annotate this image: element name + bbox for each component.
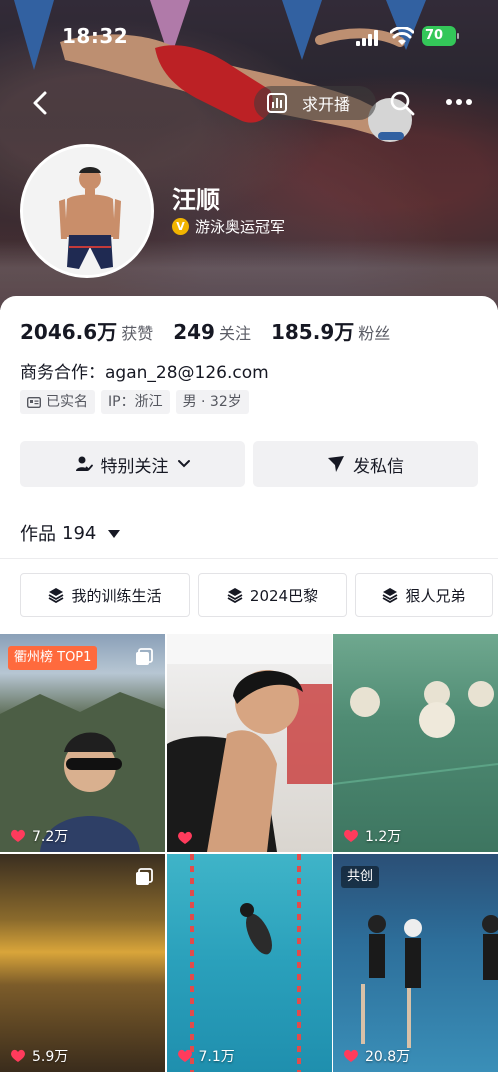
video-thumbnail[interactable]: 共创 20.8万 <box>333 854 498 1072</box>
wifi-icon <box>390 27 414 45</box>
tag-verified: 已实名 <box>20 390 95 414</box>
chevron-down-icon <box>177 460 190 468</box>
business-contact: 商务合作：agan_28@126.com <box>20 363 269 383</box>
like-count: 7.2万 <box>10 826 68 846</box>
stat-label: 粉丝 <box>358 324 391 343</box>
profile-panel: 2046.6万 获赞 249 关注 185.9万 粉丝 商务合作：agan_28… <box>0 296 498 1080</box>
like-count: 7.1万 <box>177 1046 235 1066</box>
like-count-text: 1.2万 <box>365 829 402 845</box>
works-count: 194 <box>62 522 97 544</box>
stat-value: 2046.6万 <box>20 320 118 344</box>
stat-value: 185.9万 <box>270 320 355 344</box>
heart-icon <box>177 1049 192 1062</box>
battery-level: 70 <box>425 28 444 43</box>
collection-chip[interactable]: 我的训练生活 <box>20 573 190 617</box>
caret-down-icon <box>108 530 121 538</box>
like-count: 1.2万 <box>343 826 401 846</box>
back-arrow-icon[interactable] <box>26 88 56 118</box>
send-message-label: 发私信 <box>353 456 404 477</box>
avatar[interactable] <box>20 144 154 278</box>
layers-icon <box>227 588 243 603</box>
battery-icon: 70 <box>422 26 459 46</box>
chart-icon <box>267 93 287 113</box>
collection-label: 我的训练生活 <box>71 586 162 605</box>
video-thumbnail[interactable]: 1.2万 <box>333 634 498 852</box>
like-count: 5.9万 <box>10 1046 68 1066</box>
stat-label: 关注 <box>218 324 251 343</box>
thumbnail-image <box>166 634 332 852</box>
stat-following[interactable]: 249 关注 <box>173 320 251 344</box>
video-thumbnail[interactable]: 7.1万 <box>166 854 332 1072</box>
send-message-button[interactable]: 发私信 <box>253 441 478 487</box>
like-count-text: 20.8万 <box>365 1049 411 1065</box>
tag-gender-age: 男 · 32岁 <box>175 390 249 414</box>
works-tab[interactable]: 作品 194 <box>20 520 121 546</box>
collections-row: 我的训练生活 2024巴黎 狠人兄弟 <box>20 573 493 617</box>
special-follow-label: 特别关注 <box>100 456 169 477</box>
avatar-image <box>23 147 151 275</box>
video-grid: 衢州榜 TOP1 7.2万 1.2万 5.9万 7.1万 共创 20.8万 <box>0 634 498 1072</box>
co-create-badge: 共创 <box>341 866 380 888</box>
like-count-text: 7.1万 <box>198 1049 235 1065</box>
like-count-text: 5.9万 <box>32 1049 69 1065</box>
tag-label: 男 · 32岁 <box>182 394 242 410</box>
like-count: 20.8万 <box>343 1046 410 1066</box>
thumbnail-image <box>189 854 301 1072</box>
action-row: 特别关注 发私信 <box>20 441 478 487</box>
video-thumbnail[interactable]: 5.9万 <box>0 854 165 1072</box>
multi-image-icon <box>136 868 153 885</box>
thumbnail-image <box>333 681 498 785</box>
collection-label: 狠人兄弟 <box>405 586 466 605</box>
stat-followers[interactable]: 185.9万 粉丝 <box>271 316 390 345</box>
id-card-icon <box>27 396 41 408</box>
heart-icon <box>344 1049 358 1062</box>
stats-row: 2046.6万 获赞 249 关注 185.9万 粉丝 <box>20 316 390 345</box>
stat-value: 249 <box>173 320 215 344</box>
divider <box>0 558 498 559</box>
profile-name: 汪顺 <box>172 186 220 214</box>
tag-label: 已实名 <box>46 394 88 410</box>
verified-badge-icon: V <box>172 218 189 235</box>
heart-icon <box>344 829 358 842</box>
verification-line: V 游泳奥运冠军 <box>172 216 285 237</box>
heart-icon <box>177 831 192 844</box>
stat-label: 获赞 <box>121 324 154 343</box>
request-live-label: 求开播 <box>302 95 351 114</box>
profile-tags: 已实名 IP：浙江 男 · 32岁 <box>20 390 249 414</box>
send-icon <box>328 456 344 472</box>
tag-label: IP：浙江 <box>108 394 163 410</box>
video-thumbnail[interactable] <box>166 634 332 852</box>
stat-likes[interactable]: 2046.6万 获赞 <box>20 316 153 345</box>
tag-ip: IP：浙江 <box>101 390 170 414</box>
like-count <box>177 830 199 846</box>
layers-icon <box>49 588 64 603</box>
collection-chip[interactable]: 2024巴黎 <box>198 573 347 617</box>
search-icon[interactable] <box>388 88 416 118</box>
works-label: 作品 <box>20 524 56 545</box>
video-thumbnail[interactable]: 衢州榜 TOP1 7.2万 <box>0 634 165 852</box>
more-icon[interactable] <box>444 92 474 112</box>
layers-icon <box>383 588 398 603</box>
heart-icon <box>11 829 25 842</box>
collection-chip[interactable]: 狠人兄弟 <box>355 573 493 617</box>
collection-label: 2024巴黎 <box>249 586 319 605</box>
clock: 18:32 <box>62 24 129 48</box>
special-follow-button[interactable]: 特别关注 <box>20 441 245 487</box>
multi-image-icon <box>136 648 153 665</box>
heart-icon <box>11 1049 25 1062</box>
verification-text: 游泳奥运冠军 <box>195 218 286 236</box>
rank-badge: 衢州榜 TOP1 <box>8 646 98 670</box>
like-count-text: 7.2万 <box>32 829 69 845</box>
status-bar: 18:32 70 <box>0 22 498 52</box>
request-live-button[interactable]: 求开播 <box>254 86 376 120</box>
user-check-icon <box>75 456 93 471</box>
cellular-signal-icon <box>356 30 378 46</box>
